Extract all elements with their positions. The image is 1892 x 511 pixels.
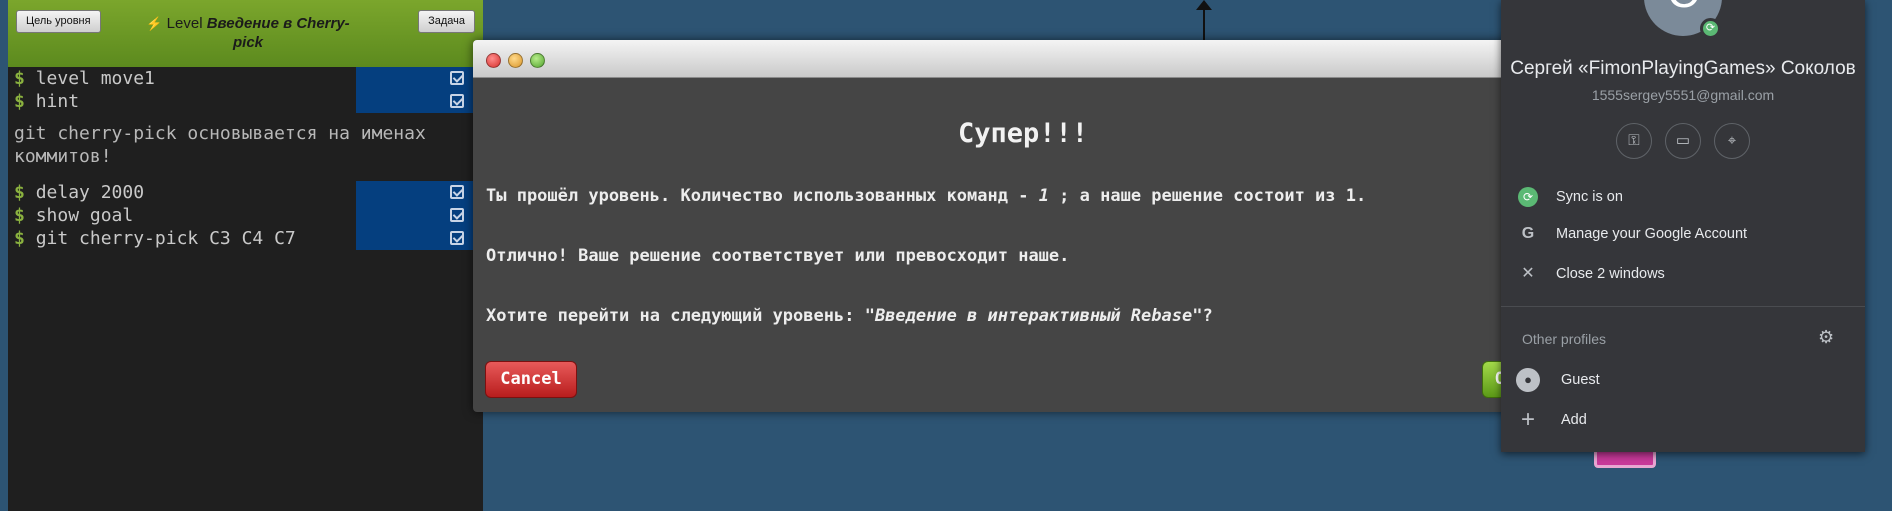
dialog-result-line: Ты прошёл уровень. Количество использова… — [486, 186, 1366, 206]
manage-account-menu-item[interactable]: G Manage your Google Account — [1501, 216, 1865, 252]
level-title: ⚡ Level Введение в Cherry- pick — [138, 14, 358, 52]
dialog-heading: Супер!!! — [957, 118, 1089, 149]
dialog-praise-line: Отлично! Ваше решение соответствует или … — [486, 246, 1070, 266]
person-icon: ● — [1516, 368, 1540, 392]
close-window-icon[interactable] — [486, 53, 501, 68]
branch-arrow-head — [1196, 0, 1212, 10]
prompt-symbol: $ — [14, 228, 25, 249]
guest-label: Guest — [1561, 372, 1600, 388]
add-label: Add — [1561, 412, 1587, 428]
sync-label: Sync is on — [1556, 189, 1623, 205]
level-name-1: Введение в Cherry- — [206, 15, 350, 32]
level-panel: Цель уровня ⚡ Level Введение в Cherry- p… — [8, 0, 483, 511]
add-profile-item[interactable]: + Add — [1501, 402, 1865, 438]
next-level-name: "Введение в интерактивный Rebase" — [864, 306, 1203, 326]
lightning-icon: ⚡ — [146, 16, 163, 31]
close-windows-label: Close 2 windows — [1556, 266, 1665, 282]
level-prefix: Level — [166, 15, 203, 32]
prompt-symbol: $ — [14, 91, 25, 112]
prompt-symbol: $ — [14, 205, 25, 226]
addresses-button[interactable]: ⌖ — [1714, 123, 1750, 159]
payment-methods-button[interactable]: ▭ — [1665, 123, 1701, 159]
question-mark: ? — [1202, 306, 1213, 326]
checkbox-checked-icon — [450, 71, 464, 85]
command-row: $ hint — [8, 90, 483, 113]
command-row: $ level move1 — [8, 67, 483, 90]
google-icon: G — [1521, 225, 1535, 242]
command-row: $ show goal — [8, 204, 483, 227]
command-text: delay 2000 — [35, 182, 145, 203]
gear-icon[interactable]: ⚙ — [1818, 327, 1834, 348]
credit-card-icon: ▭ — [1675, 132, 1691, 149]
maximize-window-icon[interactable] — [530, 53, 545, 68]
prompt-symbol: $ — [14, 182, 25, 203]
goal-button[interactable]: Цель уровня — [16, 10, 101, 33]
menu-divider — [1501, 306, 1865, 307]
result-text: Ты прошёл уровень. Количество использова… — [486, 186, 1039, 206]
close-icon: ✕ — [1521, 265, 1535, 282]
location-pin-icon: ⌖ — [1727, 132, 1737, 149]
guest-profile-item[interactable]: ● Guest — [1501, 362, 1865, 398]
sync-menu-item[interactable]: ⟳ Sync is on — [1501, 179, 1865, 215]
sync-icon: ⟳ — [1518, 187, 1538, 207]
hint-message: git cherry-pick основывается на именах к… — [14, 123, 426, 167]
prompt-symbol: $ — [14, 68, 25, 89]
dialog-next-level-line: Хотите перейти на следующий уровень: "Вв… — [486, 306, 1213, 326]
command-text: git cherry-pick C3 C4 C7 — [35, 228, 296, 249]
command-row: $ delay 2000 — [8, 181, 483, 204]
checkbox-checked-icon — [450, 231, 464, 245]
checkbox-checked-icon — [450, 185, 464, 199]
branch-arrow-line — [1203, 8, 1205, 40]
task-button[interactable]: Задача — [418, 10, 475, 33]
plus-icon: + — [1520, 406, 1535, 433]
minimize-window-icon[interactable] — [508, 53, 523, 68]
cancel-button[interactable]: Cancel — [485, 361, 577, 398]
level-header: Цель уровня ⚡ Level Введение в Cherry- p… — [8, 0, 483, 67]
command-count: 1 — [1038, 186, 1049, 206]
other-profiles-heading: Other profiles — [1522, 331, 1607, 347]
key-icon: ⚿ — [1628, 132, 1640, 149]
command-text: hint — [35, 91, 80, 112]
level-name-2: pick — [232, 34, 263, 51]
profile-name: Сергей «FimonPlayingGames» Соколов — [1510, 58, 1856, 79]
terminal-log: $ level move1 $ hint git cherry-pick осн… — [8, 67, 483, 250]
manage-account-label: Manage your Google Account — [1556, 226, 1748, 242]
checkbox-checked-icon — [450, 208, 464, 222]
result-text-end: ; а наше решение состоит из 1. — [1048, 186, 1367, 206]
profile-menu: C ⟳ Сергей «FimonPlayingGames» Соколов 1… — [1501, 0, 1865, 452]
sync-badge-icon: ⟳ — [1700, 18, 1721, 39]
command-text: level move1 — [35, 68, 155, 89]
checkbox-checked-icon — [450, 94, 464, 108]
next-level-question: Хотите перейти на следующий уровень: — [486, 306, 865, 326]
close-windows-menu-item[interactable]: ✕ Close 2 windows — [1501, 256, 1865, 292]
dialog-titlebar — [473, 40, 1513, 78]
command-text: show goal — [35, 205, 134, 226]
profile-email: 1555sergey5551@gmail.com — [1591, 87, 1775, 103]
command-row: $ git cherry-pick C3 C4 C7 — [8, 227, 483, 250]
passwords-button[interactable]: ⚿ — [1616, 123, 1652, 159]
level-complete-dialog: Супер!!! Ты прошёл уровень. Количество и… — [473, 40, 1513, 412]
